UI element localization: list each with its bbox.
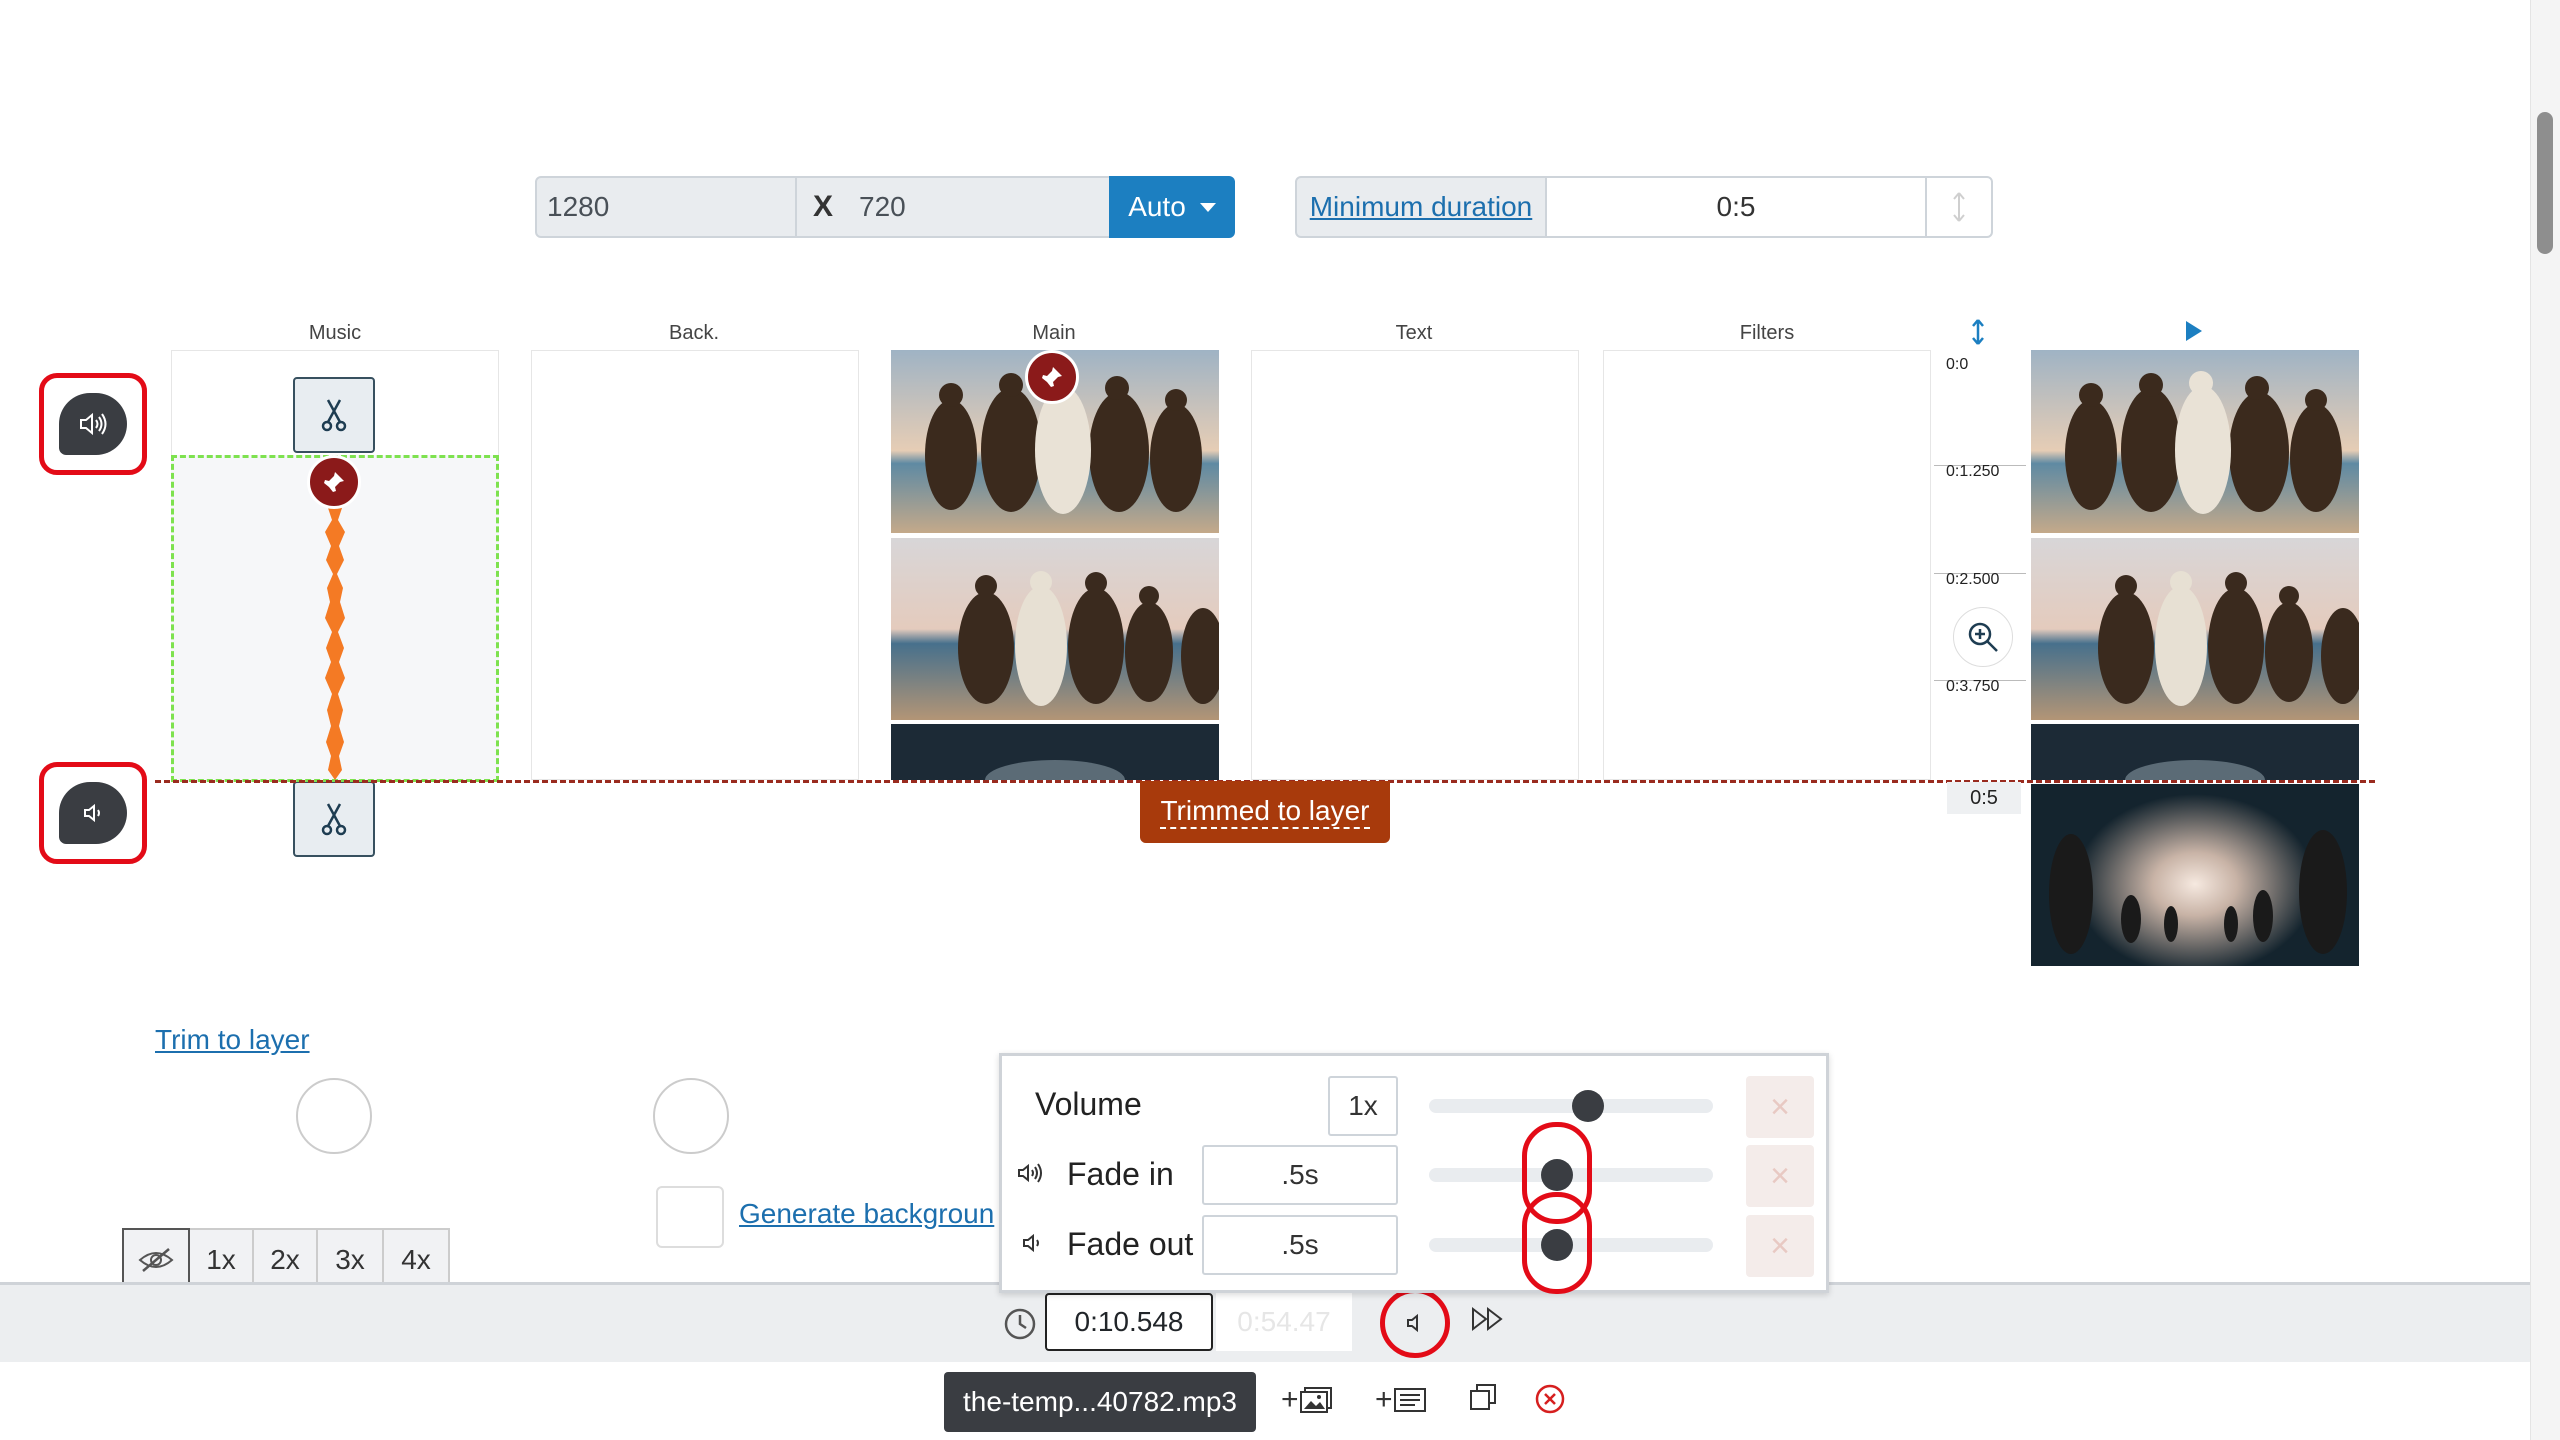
zoom-in-button[interactable]: [1953, 607, 2013, 667]
speaker-loud-icon: [1017, 1162, 1045, 1189]
fade-out-label: Fade out: [1067, 1226, 1194, 1262]
text-track-column[interactable]: [1251, 350, 1579, 780]
volume-slider[interactable]: [1429, 1090, 1713, 1122]
plus-icon: +: [1281, 1383, 1299, 1416]
play-icon[interactable]: [2184, 320, 2204, 347]
split-bottom-button[interactable]: [293, 781, 375, 857]
mute-button[interactable]: [1380, 1288, 1450, 1358]
trimmed-to-layer-badge[interactable]: Trimmed to layer: [1140, 781, 1390, 843]
track-volume-button[interactable]: [59, 782, 127, 844]
filters-track-column[interactable]: [1603, 350, 1931, 780]
main-clip-thumbnail[interactable]: [891, 724, 1219, 780]
current-time-input[interactable]: 0:10.548: [1045, 1293, 1213, 1351]
resize-vertical-icon[interactable]: [1970, 318, 1986, 351]
auto-size-label: Auto: [1128, 191, 1186, 222]
pin-icon[interactable]: [1025, 350, 1079, 404]
caret-down-icon: [1199, 202, 1216, 212]
total-time-display: 0:54.47: [1216, 1293, 1352, 1351]
delete-button[interactable]: [1534, 1383, 1566, 1415]
preview-thumbnail[interactable]: [2031, 784, 2359, 966]
eye-slash-icon: [138, 1248, 174, 1272]
column-label-background: Back.: [668, 322, 720, 344]
fade-out-input[interactable]: .5s: [1202, 1215, 1398, 1275]
minimum-duration-link[interactable]: Minimum duration: [1295, 176, 1547, 238]
fade-in-slider[interactable]: [1429, 1122, 1713, 1224]
column-label-text: Text: [1395, 322, 1433, 344]
speaker-low-icon: [1022, 1232, 1044, 1259]
generate-background-checkbox[interactable]: [656, 1186, 724, 1248]
vertical-arrows-icon[interactable]: [1925, 176, 1993, 238]
column-label-filters: Filters: [1739, 322, 1795, 344]
dimension-separator: X: [795, 176, 851, 238]
background-track-column[interactable]: [531, 350, 859, 780]
fade-out-slider[interactable]: [1429, 1192, 1713, 1294]
split-top-button[interactable]: [293, 377, 375, 453]
height-input[interactable]: 720: [849, 176, 1111, 238]
column-label-music: Music: [308, 322, 362, 344]
plus-icon: +: [1375, 1383, 1393, 1416]
volume-slider-knob[interactable]: [1572, 1090, 1605, 1122]
volume-panel: Volume 1x × Fade in .5s × Fade out .5s ×: [999, 1053, 1829, 1294]
trimmed-badge-label: Trimmed to layer: [1160, 795, 1370, 829]
pin-icon[interactable]: [307, 455, 361, 509]
background-track-toggle[interactable]: [653, 1078, 729, 1154]
volume-label: Volume: [1035, 1086, 1142, 1122]
reset-fade-out-button[interactable]: ×: [1746, 1215, 1814, 1277]
add-text-button[interactable]: +: [1375, 1383, 1427, 1417]
preview-thumbnail[interactable]: [2031, 350, 2359, 533]
fade-out-slider-knob[interactable]: [1540, 1229, 1573, 1261]
highlight-ring: [39, 762, 147, 864]
track-volume-button[interactable]: [59, 393, 127, 455]
bottom-toolbar: [0, 1362, 2530, 1440]
volume-input[interactable]: 1x: [1328, 1076, 1398, 1136]
timeline-ruler[interactable]: 0:0 0:1.250 0:2.500 0:3.750: [1932, 350, 2028, 780]
ruler-tick-label: 0:0: [1946, 356, 1969, 373]
width-input[interactable]: 1280: [535, 176, 797, 238]
speaker-loud-icon: [80, 412, 107, 436]
duplicate-button[interactable]: [1469, 1383, 1497, 1411]
ruler-tick-label: 0:3.750: [1946, 678, 2000, 695]
scissors-icon: [321, 399, 347, 432]
main-clip-thumbnail[interactable]: [891, 538, 1219, 720]
ruler-tick-label: 0:2.500: [1946, 571, 2000, 588]
trim-to-layer-link[interactable]: Trim to layer: [155, 1024, 310, 1056]
preview-thumbnail[interactable]: [2031, 724, 2359, 780]
image-icon: [1299, 1387, 1332, 1413]
scissors-icon: [321, 803, 347, 836]
column-label-main: Main: [1032, 322, 1076, 344]
close-circle-icon: [1535, 1384, 1565, 1414]
speaker-low-icon: [84, 803, 100, 823]
add-image-button[interactable]: +: [1281, 1383, 1333, 1417]
ruler-end-time: 0:5: [1947, 782, 2021, 814]
music-track-toggle[interactable]: [296, 1078, 372, 1154]
highlight-ring: [39, 373, 147, 475]
text-block-icon: [1393, 1388, 1426, 1412]
fade-in-slider-knob[interactable]: [1540, 1159, 1573, 1191]
fade-in-label: Fade in: [1067, 1156, 1174, 1192]
reset-volume-button[interactable]: ×: [1746, 1076, 1814, 1138]
preview-thumbnail[interactable]: [2031, 538, 2359, 720]
duration-input[interactable]: 0:5: [1545, 176, 1927, 238]
speaker-icon: [1407, 1313, 1418, 1333]
clock-icon: [1003, 1307, 1037, 1346]
copy-icon: [1470, 1384, 1496, 1410]
generate-background-link[interactable]: Generate backgroun: [739, 1198, 994, 1230]
ruler-tick-label: 0:1.250: [1946, 463, 2000, 480]
audio-waveform: [325, 500, 345, 780]
audio-file-button[interactable]: the-temp...40782.mp3: [944, 1372, 1256, 1432]
reset-fade-in-button[interactable]: ×: [1746, 1145, 1814, 1207]
fade-in-input[interactable]: .5s: [1202, 1145, 1398, 1205]
scrollbar-thumb[interactable]: [2537, 112, 2553, 254]
zoom-in-icon: [1968, 622, 1998, 652]
auto-size-dropdown[interactable]: Auto: [1109, 176, 1235, 238]
fast-forward-icon[interactable]: [1470, 1306, 1506, 1337]
